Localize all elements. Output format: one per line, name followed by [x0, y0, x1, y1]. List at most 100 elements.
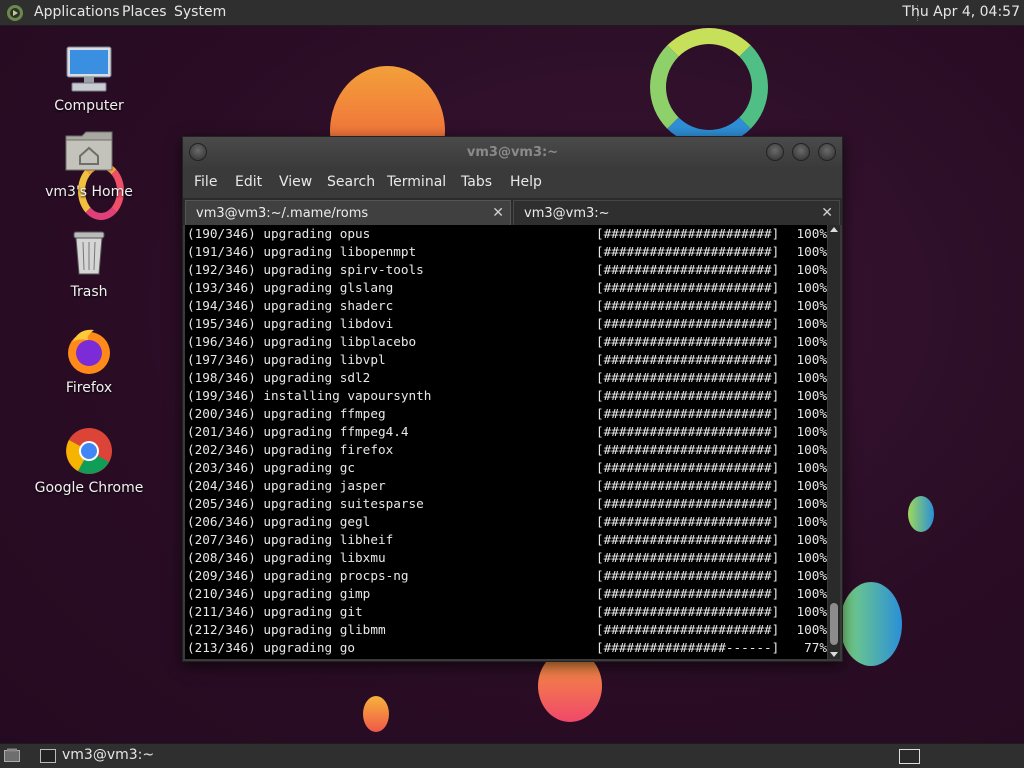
progress-bar-text: [######################] [596, 280, 780, 295]
progress-bar-text: [######################] [596, 622, 780, 637]
progress-percent: 100% [796, 334, 827, 349]
menu-places[interactable]: Places [122, 4, 167, 20]
line-text: (195/346) upgrading libdovi [187, 316, 394, 331]
menu-terminal[interactable]: Terminal [387, 174, 446, 190]
desktop-icon-label: vm3's Home [45, 184, 133, 200]
scroll-up-icon[interactable] [830, 227, 838, 232]
desktop-icon-label: Computer [54, 98, 124, 114]
progress-percent: 100% [796, 496, 827, 511]
terminal-line: (207/346) upgrading libheif [############… [187, 531, 827, 549]
terminal-line: (210/346) upgrading gimp [###############… [187, 585, 827, 603]
desktop-icon-trash[interactable]: Trash [34, 230, 144, 300]
progress-percent: 100% [796, 298, 827, 313]
desktop-icon-label: Google Chrome [34, 480, 144, 496]
line-text: (208/346) upgrading libxmu [187, 550, 386, 565]
terminal-icon [40, 749, 56, 763]
progress-bar-text: [######################] [596, 514, 780, 529]
top-panel: Applications Places System Thu Apr 4, 04… [0, 0, 1024, 26]
menu-tabs[interactable]: Tabs [461, 174, 492, 190]
menu-system[interactable]: System [174, 4, 226, 20]
menu-file[interactable]: File [194, 174, 217, 190]
scrollbar-thumb[interactable] [830, 603, 838, 645]
menu-view[interactable]: View [279, 174, 312, 190]
progress-percent: 77% [804, 640, 827, 655]
distro-logo-icon[interactable] [6, 4, 24, 22]
line-text: (205/346) upgrading suitesparse [187, 496, 424, 511]
progress-bar-text: [######################] [596, 388, 780, 403]
wallpaper-blue-dot [908, 496, 934, 532]
progress-percent: 100% [796, 262, 827, 277]
progress-percent: 100% [796, 532, 827, 547]
progress-bar-text: [######################] [596, 604, 780, 619]
tab-home[interactable]: vm3@vm3:~ ✕ [513, 200, 840, 225]
terminal-line: (208/346) upgrading libxmu [#############… [187, 549, 827, 567]
progress-bar-text: [######################] [596, 550, 780, 565]
terminal-line: (192/346) upgrading spirv-tools [########… [187, 261, 827, 279]
line-text: (207/346) upgrading libheif [187, 532, 394, 547]
tab-label: vm3@vm3:~ [524, 206, 610, 221]
tab-close-icon[interactable]: ✕ [821, 205, 833, 221]
line-text: (197/346) upgrading libvpl [187, 352, 386, 367]
line-text: (191/346) upgrading libopenmpt [187, 244, 417, 259]
menu-applications[interactable]: Applications [34, 4, 120, 20]
line-text: (196/346) upgrading libplacebo [187, 334, 417, 349]
progress-bar-text: [######################] [596, 316, 780, 331]
tab-label: vm3@vm3:~/.mame/roms [196, 206, 369, 221]
window-title: vm3@vm3:~ [466, 145, 559, 160]
line-text: (199/346) installing vapoursynth [187, 388, 432, 403]
menu-help[interactable]: Help [510, 174, 542, 190]
menu-edit[interactable]: Edit [235, 174, 262, 190]
desktop-icon-chrome[interactable]: Google Chrome [34, 426, 144, 496]
progress-percent: 100% [796, 604, 827, 619]
progress-percent: 100% [796, 586, 827, 601]
progress-bar-text: [######################] [596, 244, 780, 259]
desktop-icon-computer[interactable]: Computer [34, 44, 144, 114]
terminal-line: (190/346) upgrading opus [###############… [187, 225, 827, 243]
home-folder-icon [64, 130, 114, 180]
terminal-line: (202/346) upgrading firefox [############… [187, 441, 827, 459]
line-text: (210/346) upgrading gimp [187, 586, 371, 601]
desktop-icon-home[interactable]: vm3's Home [34, 130, 144, 200]
desktop-icon-label: Firefox [65, 380, 113, 396]
desktop-icon-label: Trash [70, 284, 108, 300]
progress-percent: 100% [796, 226, 827, 241]
terminal-line: (199/346) installing vapoursynth [#######… [187, 387, 827, 405]
progress-bar-text: [######################] [596, 460, 780, 475]
progress-percent: 100% [796, 352, 827, 367]
progress-bar-text: [################------] [596, 640, 780, 655]
terminal-output[interactable]: (190/346) upgrading opus [###############… [185, 225, 827, 659]
progress-bar-text: [######################] [596, 568, 780, 583]
progress-bar-text: [######################] [596, 406, 780, 421]
progress-percent: 100% [796, 514, 827, 529]
wallpaper-small-orange-dot [363, 696, 389, 732]
terminal-line: (191/346) upgrading libopenmpt [#########… [187, 243, 827, 261]
terminal-line: (196/346) upgrading libplacebo [#########… [187, 333, 827, 351]
terminal-window: vm3@vm3:~ File Edit View Search Terminal… [182, 136, 843, 662]
menu-search[interactable]: Search [327, 174, 375, 190]
tab-mame-roms[interactable]: vm3@vm3:~/.mame/roms ✕ [185, 200, 511, 225]
progress-bar-text: [######################] [596, 532, 780, 547]
taskbar-terminal-button[interactable]: vm3@vm3:~ [36, 747, 236, 765]
terminal-scrollbar[interactable] [828, 225, 840, 659]
window-titlebar[interactable]: vm3@vm3:~ [183, 137, 842, 167]
progress-percent: 100% [796, 316, 827, 331]
line-text: (198/346) upgrading sdl2 [187, 370, 371, 385]
trash-icon [64, 230, 114, 280]
tab-close-icon[interactable]: ✕ [492, 205, 504, 221]
scroll-down-icon[interactable] [830, 652, 838, 657]
terminal-line: (209/346) upgrading procps-ng [##########… [187, 567, 827, 585]
show-desktop-icon[interactable] [4, 748, 20, 762]
desktop-icon-firefox[interactable]: Firefox [34, 326, 144, 396]
line-text: (203/346) upgrading gc [187, 460, 356, 475]
minimize-button[interactable] [766, 143, 784, 161]
workspace-switcher[interactable] [899, 749, 920, 764]
terminal-line: (197/346) upgrading libvpl [#############… [187, 351, 827, 369]
terminal-line: (200/346) upgrading ffmpeg [#############… [187, 405, 827, 423]
progress-bar-text: [######################] [596, 496, 780, 511]
maximize-button[interactable] [792, 143, 810, 161]
clock[interactable]: Thu Apr 4, 04:57 [902, 4, 1020, 20]
terminal-line: (194/346) upgrading shaderc [############… [187, 297, 827, 315]
wallpaper-green-blob [840, 582, 902, 666]
close-window-button[interactable] [818, 143, 836, 161]
menubar: File Edit View Search Terminal Tabs Help [183, 167, 842, 197]
